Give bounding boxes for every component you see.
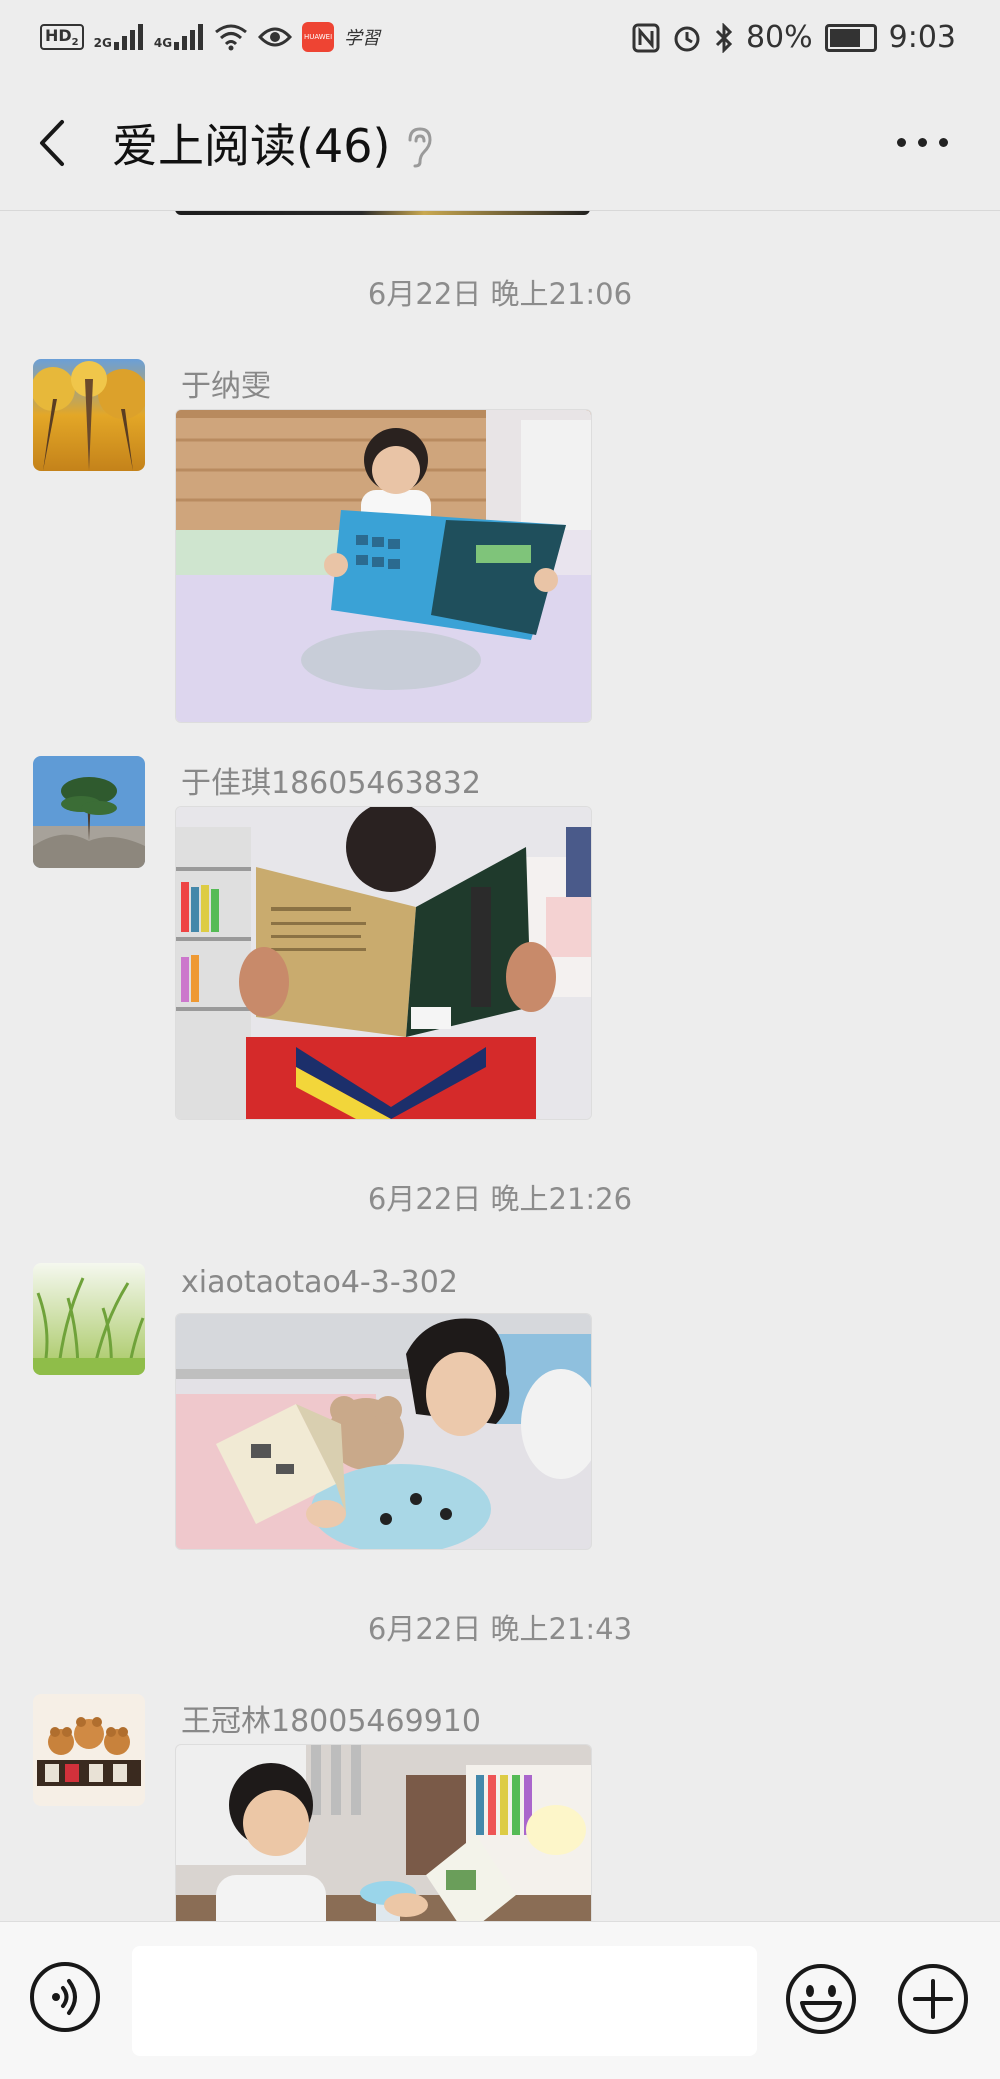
image-message[interactable] bbox=[175, 409, 592, 723]
emoji-icon[interactable] bbox=[784, 1962, 858, 2036]
avatar[interactable] bbox=[33, 359, 145, 471]
app-label: 学習 bbox=[344, 28, 381, 49]
sender-name: 王冠林18005469910 bbox=[181, 1704, 481, 1739]
avatar[interactable] bbox=[33, 756, 145, 868]
bluetooth-icon bbox=[715, 22, 733, 53]
image-message[interactable] bbox=[175, 1744, 592, 1921]
battery-icon bbox=[824, 23, 877, 52]
timestamp: 6月22日 晚上21:06 bbox=[367, 277, 633, 311]
ear-icon bbox=[408, 127, 432, 168]
chat-title: 爱上阅读(46) bbox=[112, 119, 391, 173]
signal-2g-icon: 2G bbox=[94, 24, 144, 50]
chat-header: 爱上阅读(46) bbox=[0, 80, 1000, 211]
huawei-app-icon: HUAWEI bbox=[302, 22, 335, 52]
status-right: 80% 9:03 bbox=[632, 20, 956, 55]
image-message[interactable] bbox=[175, 806, 592, 1120]
status-left: HD2 2G 4G HUAWEI 学習 bbox=[40, 22, 380, 52]
eye-icon bbox=[258, 27, 293, 47]
alarm-icon bbox=[674, 26, 700, 51]
previous-image-message[interactable] bbox=[175, 211, 590, 215]
avatar[interactable] bbox=[33, 1694, 145, 1806]
sender-name: 于纳雯 bbox=[181, 369, 271, 404]
hd-badge: HD2 bbox=[40, 23, 84, 51]
sender-name: xiaotaotao4-3-302 bbox=[181, 1265, 458, 1300]
timestamp: 6月22日 晚上21:26 bbox=[367, 1182, 633, 1216]
avatar[interactable] bbox=[33, 1263, 145, 1375]
image-message[interactable] bbox=[175, 1313, 592, 1550]
signal-4g-icon: 4G bbox=[154, 24, 204, 50]
chat-area[interactable]: 6月22日 晚上21:06 于纳雯 于佳琪18605463832 6月22日 晚… bbox=[0, 211, 1000, 1921]
message-input[interactable] bbox=[132, 1946, 757, 2056]
status-bar: HD2 2G 4G HUAWEI 学習 80% 9:03 bbox=[0, 0, 1000, 80]
timestamp: 6月22日 晚上21:43 bbox=[367, 1612, 633, 1646]
input-toolbar bbox=[0, 1921, 1000, 2079]
nfc-icon bbox=[632, 23, 660, 52]
voice-icon[interactable] bbox=[30, 1962, 100, 2032]
chevron-left-icon[interactable] bbox=[34, 118, 74, 168]
plus-icon[interactable] bbox=[896, 1962, 970, 2036]
sender-name: 于佳琪18605463832 bbox=[181, 766, 481, 801]
more-horizontal-icon[interactable] bbox=[897, 138, 948, 147]
clock: 9:03 bbox=[888, 20, 956, 55]
wifi-icon bbox=[215, 24, 247, 51]
battery-percent: 80% bbox=[745, 20, 813, 55]
